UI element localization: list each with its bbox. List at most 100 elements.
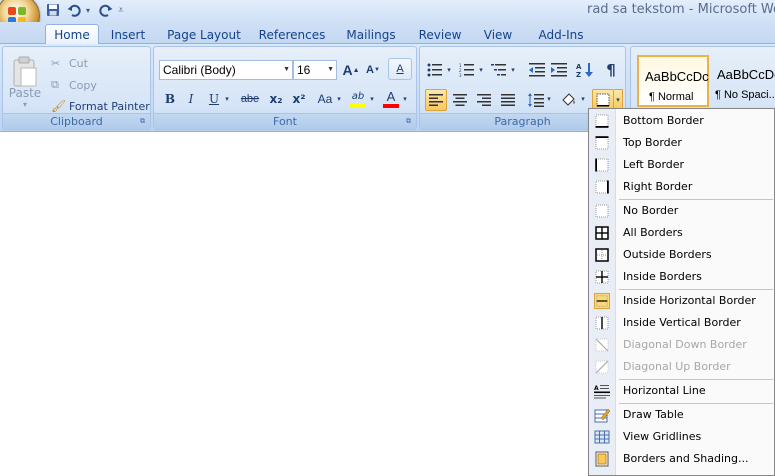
title-bar: ▾ ⩡ rad sa tekstom - Microsoft Word — [0, 0, 775, 22]
align-right-button[interactable] — [473, 89, 495, 111]
clear-formatting-icon: A — [396, 63, 404, 75]
sort-button[interactable]: AZ — [575, 60, 595, 80]
multilevel-dropdown-icon[interactable]: ▾ — [509, 64, 517, 76]
tab-mailings[interactable]: Mailings — [343, 25, 399, 44]
change-case-button[interactable]: Aa — [314, 89, 336, 109]
font-color-swatch — [383, 104, 399, 108]
menu-label: No Border — [623, 204, 679, 217]
window-title: rad sa tekstom - Microsoft Word — [587, 2, 775, 17]
tab-home[interactable]: Home — [45, 24, 99, 45]
justify-button[interactable] — [497, 89, 519, 111]
clipboard-launcher-icon[interactable]: ⧉ — [138, 117, 147, 126]
increase-indent-button[interactable] — [549, 60, 569, 80]
line-spacing-icon — [528, 93, 544, 107]
grow-font-icon: A — [342, 62, 353, 78]
numbering-dropdown-icon[interactable]: ▾ — [477, 64, 485, 76]
strikethrough-button[interactable]: abe — [237, 89, 263, 109]
menu-label: Borders and Shading... — [623, 452, 749, 465]
tab-add-ins[interactable]: Add-Ins — [536, 25, 586, 44]
align-left-button[interactable] — [425, 89, 447, 111]
horizontal-line-icon: A — [594, 385, 610, 399]
show-marks-button[interactable]: ¶ — [601, 60, 621, 80]
no-border-icon — [595, 204, 609, 218]
shading-dropdown-icon[interactable]: ▾ — [579, 93, 587, 105]
menu-item-diagonal-up-border[interactable]: Diagonal Up Border — [589, 356, 774, 378]
bold-button[interactable]: B — [161, 89, 179, 109]
highlight-color-swatch — [350, 103, 366, 107]
underline-button[interactable]: U — [205, 89, 223, 109]
menu-label: Right Border — [623, 180, 693, 193]
format-painter-button[interactable]: 🖌 Format Painter — [51, 98, 150, 114]
line-spacing-button[interactable] — [526, 89, 546, 111]
save-icon[interactable] — [44, 1, 62, 19]
style-normal-name: ¶ Normal — [649, 91, 694, 103]
superscript-button[interactable]: x² — [290, 89, 308, 109]
style-no-spacing[interactable]: AaBbCcDc ¶ No Spaci... — [711, 55, 775, 107]
tab-references[interactable]: References — [259, 25, 326, 44]
font-name-dropdown-icon[interactable]: ▼ — [283, 66, 290, 73]
menu-item-draw-table[interactable]: Draw Table — [589, 404, 774, 426]
multilevel-list-button[interactable] — [489, 60, 509, 80]
bullets-dropdown-icon[interactable]: ▾ — [445, 64, 453, 76]
menu-item-left-border[interactable]: Left Border — [589, 154, 774, 176]
line-spacing-dropdown-icon[interactable]: ▾ — [545, 93, 553, 105]
shrink-font-icon: A — [366, 64, 374, 76]
align-right-icon — [477, 94, 491, 106]
paste-button[interactable]: Paste ▾ — [7, 51, 43, 113]
undo-icon[interactable] — [65, 1, 83, 19]
highlight-button[interactable]: ab — [348, 89, 368, 109]
shrink-font-button[interactable]: A ▼ — [363, 60, 383, 80]
font-name-box[interactable]: Calibri (Body) ▼ — [159, 60, 293, 80]
copy-button[interactable]: ⧉ Copy — [51, 77, 97, 93]
menu-item-top-border[interactable]: Top Border — [589, 132, 774, 154]
italic-button[interactable]: I — [182, 89, 200, 109]
clear-formatting-button[interactable]: A — [388, 58, 412, 80]
decrease-indent-button[interactable] — [527, 60, 547, 80]
justify-icon — [501, 94, 515, 106]
cut-button[interactable]: ✂ Cut — [51, 55, 88, 71]
tab-page-layout[interactable]: Page Layout — [167, 25, 241, 44]
style-normal[interactable]: AaBbCcDc ¶ Normal — [637, 55, 709, 107]
menu-item-right-border[interactable]: Right Border — [589, 176, 774, 198]
undo-dropdown-icon[interactable]: ▾ — [86, 6, 94, 15]
menu-item-diagonal-down-border[interactable]: Diagonal Down Border — [589, 334, 774, 356]
underline-dropdown-icon[interactable]: ▾ — [223, 93, 231, 105]
font-group: Calibri (Body) ▼ 16 ▼ A ▲ A ▼ A B I U ▾ ab… — [153, 46, 417, 130]
font-size-dropdown-icon[interactable]: ▼ — [327, 66, 334, 73]
font-color-dropdown-icon[interactable]: ▾ — [401, 93, 409, 105]
tab-insert[interactable]: Insert — [106, 25, 150, 44]
font-color-button[interactable]: A — [381, 89, 401, 109]
menu-item-inside-vertical-border[interactable]: Inside Vertical Border — [589, 312, 774, 334]
tab-review[interactable]: Review — [416, 25, 464, 44]
shading-button[interactable] — [559, 89, 579, 111]
numbering-button[interactable]: 123 — [457, 60, 477, 80]
top-border-icon — [595, 136, 609, 150]
menu-item-all-borders[interactable]: All Borders — [589, 222, 774, 244]
grow-font-button[interactable]: A ▲ — [341, 60, 361, 80]
font-launcher-icon[interactable]: ⧉ — [404, 117, 413, 126]
customize-icon[interactable]: ⩡ — [118, 5, 126, 16]
menu-item-inside-borders[interactable]: Inside Borders — [589, 266, 774, 288]
menu-item-no-border[interactable]: No Border — [589, 200, 774, 222]
change-case-dropdown-icon[interactable]: ▾ — [335, 93, 343, 105]
bullets-button[interactable] — [425, 60, 445, 80]
left-border-icon — [595, 158, 609, 172]
menu-item-inside-horizontal-border[interactable]: Inside Horizontal Border — [589, 290, 774, 312]
border-icon — [596, 93, 610, 107]
redo-icon[interactable] — [97, 1, 115, 19]
font-size-box[interactable]: 16 ▼ — [293, 60, 337, 80]
subscript-button[interactable]: x₂ — [267, 89, 285, 109]
clipboard-group-label: Clipboard — [3, 113, 150, 129]
diagonal-up-border-icon — [595, 360, 609, 374]
borders-dropdown-menu: Bottom Border Top Border Left Border Rig… — [588, 108, 775, 476]
highlight-dropdown-icon[interactable]: ▾ — [368, 93, 376, 105]
align-center-button[interactable] — [449, 89, 471, 111]
menu-item-borders-and-shading[interactable]: Borders and Shading... — [589, 448, 774, 470]
font-name-value: Calibri (Body) — [163, 63, 236, 77]
inside-horizontal-border-icon — [594, 293, 610, 309]
menu-item-bottom-border[interactable]: Bottom Border — [589, 110, 774, 132]
menu-item-view-gridlines[interactable]: View Gridlines — [589, 426, 774, 448]
menu-item-horizontal-line[interactable]: A Horizontal Line — [589, 380, 774, 402]
tab-view[interactable]: View — [480, 25, 516, 44]
menu-item-outside-borders[interactable]: Outside Borders — [589, 244, 774, 266]
